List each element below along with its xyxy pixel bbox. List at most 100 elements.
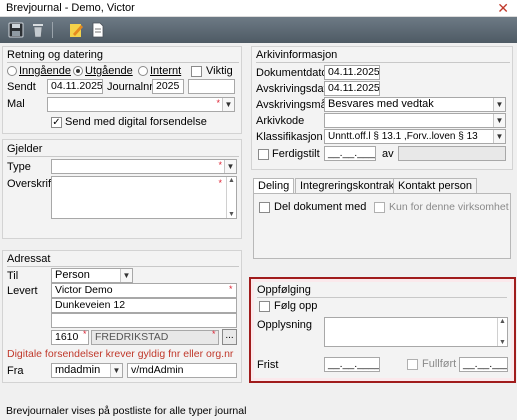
extra-address-field[interactable] <box>51 313 237 328</box>
avskrivingsdato-field[interactable]: 04.11.2025 <box>324 81 380 96</box>
chevron-down-icon[interactable]: ▼ <box>120 269 132 282</box>
dokumentdato-label: Dokumentdato <box>256 67 328 79</box>
kun-virksomhet-checkbox <box>374 202 385 213</box>
folg-opp-checkbox[interactable] <box>259 301 270 312</box>
arkiv-panel: Arkivinformasjon Dokumentdato 04.11.2025… <box>251 46 513 170</box>
scrollbar[interactable]: ▲ ▼ <box>497 318 507 346</box>
klassifikasjon-dropdown[interactable]: Unntt.off.l § 13.1 ,Forv..loven § 13 ▼ <box>324 129 506 144</box>
ferdigstilt-checkbox[interactable] <box>258 149 269 160</box>
warning-text: Digitale forsendelser krever gyldig fnr … <box>7 348 234 360</box>
radio-label-utgaende: Utgående <box>85 65 133 77</box>
overskrift-textarea[interactable]: * ▲ ▼ <box>51 176 237 219</box>
edit-icon[interactable] <box>66 20 86 40</box>
close-icon[interactable]: ✕ <box>497 0 509 16</box>
digital-checkbox[interactable]: ✓ <box>51 117 62 128</box>
chevron-down-icon[interactable]: ▼ <box>224 160 236 173</box>
radio-utgaende[interactable] <box>73 66 83 76</box>
fra-dropdown[interactable]: mdadmin ▼ <box>51 363 123 378</box>
av-field <box>398 146 506 161</box>
type-label: Type <box>7 161 31 173</box>
fullfort-label: Fullført <box>422 358 457 370</box>
footer-text: Brevjournaler vises på postliste for all… <box>6 405 247 417</box>
name-field[interactable]: Victor Demo <box>51 283 237 298</box>
required-icon: * <box>229 284 233 294</box>
adressat-panel: Adressat Til Person ▼ Levert Victor Demo… <box>2 250 242 383</box>
klassifikasjon-value: Unntt.off.l § 13.1 ,Forv..loven § 13 <box>328 131 478 142</box>
required-icon: * <box>83 329 87 339</box>
chevron-down-icon[interactable]: ▼ <box>493 114 505 127</box>
oppfolging-highlight: Oppfølging Følg opp Opplysning ▲ ▼ Frist … <box>249 277 516 383</box>
viktig-label: Viktig <box>206 65 233 77</box>
opplysning-label: Opplysning <box>257 319 313 331</box>
av-label: av <box>382 148 394 160</box>
chevron-down-icon[interactable]: ▼ <box>222 98 234 111</box>
section-title: Retning og datering <box>7 49 104 61</box>
sendt-field[interactable]: 04.11.2025 <box>47 79 103 94</box>
required-icon: * <box>218 178 222 188</box>
tab-panel: Del dokument med Kun for denne virksomhe… <box>253 193 511 259</box>
arkivkode-dropdown[interactable]: ▼ <box>324 113 506 128</box>
frist-field[interactable]: __.__.____ <box>324 357 380 372</box>
mal-label: Mal <box>7 98 25 110</box>
required-icon: * <box>212 329 216 339</box>
required-icon: * <box>216 98 220 108</box>
section-title: Arkivinformasjon <box>256 49 338 61</box>
til-label: Til <box>7 270 19 282</box>
section-title: Gjelder <box>7 143 43 155</box>
radio-internt[interactable] <box>138 66 148 76</box>
ferdigstilt-field[interactable]: __.__.____ <box>324 146 376 161</box>
window-title: Brevjournal - Demo, Victor <box>6 2 135 14</box>
document-icon[interactable] <box>88 20 108 40</box>
del-dokument-checkbox[interactable] <box>259 202 270 213</box>
chevron-down-icon[interactable]: ▼ <box>493 98 505 111</box>
journalnr-label: Journalnr <box>107 81 153 93</box>
chevron-down-icon[interactable]: ▼ <box>110 364 122 377</box>
save-icon[interactable] <box>6 20 26 40</box>
journalnr-year-field[interactable]: 2025 <box>152 79 184 94</box>
street-field[interactable]: Dunkeveien 12 <box>51 298 237 313</box>
fullfort-checkbox <box>407 359 418 370</box>
klassifikasjon-label: Klassifikasjon <box>256 131 323 143</box>
sendt-label: Sendt <box>7 81 36 93</box>
radio-inngaende[interactable] <box>7 66 17 76</box>
frist-label: Frist <box>257 359 279 371</box>
mal-dropdown[interactable]: * ▼ <box>47 97 235 112</box>
section-title: Adressat <box>7 253 51 265</box>
scrollbar[interactable]: ▲ ▼ <box>226 177 236 218</box>
poststed-field: FREDRIKSTAD <box>91 330 219 345</box>
tab-kontakt-person[interactable]: Kontakt person <box>393 178 477 193</box>
opplysning-textarea[interactable]: ▲ ▼ <box>324 317 508 347</box>
radio-label-inngaende: Inngående <box>19 65 71 77</box>
required-icon: * <box>218 160 222 170</box>
tab-container: Deling Integreringskontrakt Kontakt pers… <box>251 178 513 262</box>
digital-label: Send med digital forsendelse <box>65 116 207 128</box>
avskrivingsmate-value: Besvares med vedtak <box>328 98 434 110</box>
del-dokument-label: Del dokument med <box>274 201 367 213</box>
browse-button[interactable]: ... <box>222 329 237 345</box>
ferdigstilt-label: Ferdigstilt <box>272 148 320 160</box>
viktig-checkbox[interactable] <box>191 66 202 77</box>
kun-virksomhet-label: Kun for denne virksomhet <box>389 201 509 213</box>
radio-label-internt: Internt <box>150 65 182 77</box>
delete-icon[interactable] <box>28 20 48 40</box>
fra-value: mdadmin <box>55 364 101 376</box>
til-value: Person <box>55 269 90 281</box>
tab-integreringskontrakt[interactable]: Integreringskontrakt <box>295 178 403 193</box>
section-title: Oppfølging <box>257 284 311 296</box>
chevron-down-icon[interactable]: ▼ <box>493 130 505 143</box>
fullfort-field[interactable]: __.__.____ <box>459 357 508 372</box>
folg-opp-label: Følg opp <box>274 300 318 312</box>
gjelder-panel: Gjelder Type * ▼ Overskrift * ▲ ▼ <box>2 139 242 239</box>
oppfolging-panel: Oppfølging Følg opp Opplysning ▲ ▼ Frist … <box>254 282 511 378</box>
title-bar: Brevjournal - Demo, Victor ✕ <box>0 0 517 17</box>
tab-deling[interactable]: Deling <box>253 178 295 193</box>
journalnr-seq-field[interactable] <box>188 79 235 94</box>
fra-path-field[interactable]: v/mdAdmin <box>127 363 237 378</box>
til-dropdown[interactable]: Person ▼ <box>51 268 133 283</box>
overskrift-label: Overskrift <box>7 178 55 190</box>
retning-panel: Retning og datering Inngående Utgående I… <box>2 46 242 134</box>
arkivkode-label: Arkivkode <box>256 115 305 127</box>
avskrivingsmate-dropdown[interactable]: Besvares med vedtak ▼ <box>324 97 506 112</box>
dokumentdato-field[interactable]: 04.11.2025 <box>324 65 380 80</box>
type-dropdown[interactable]: * ▼ <box>51 159 237 174</box>
